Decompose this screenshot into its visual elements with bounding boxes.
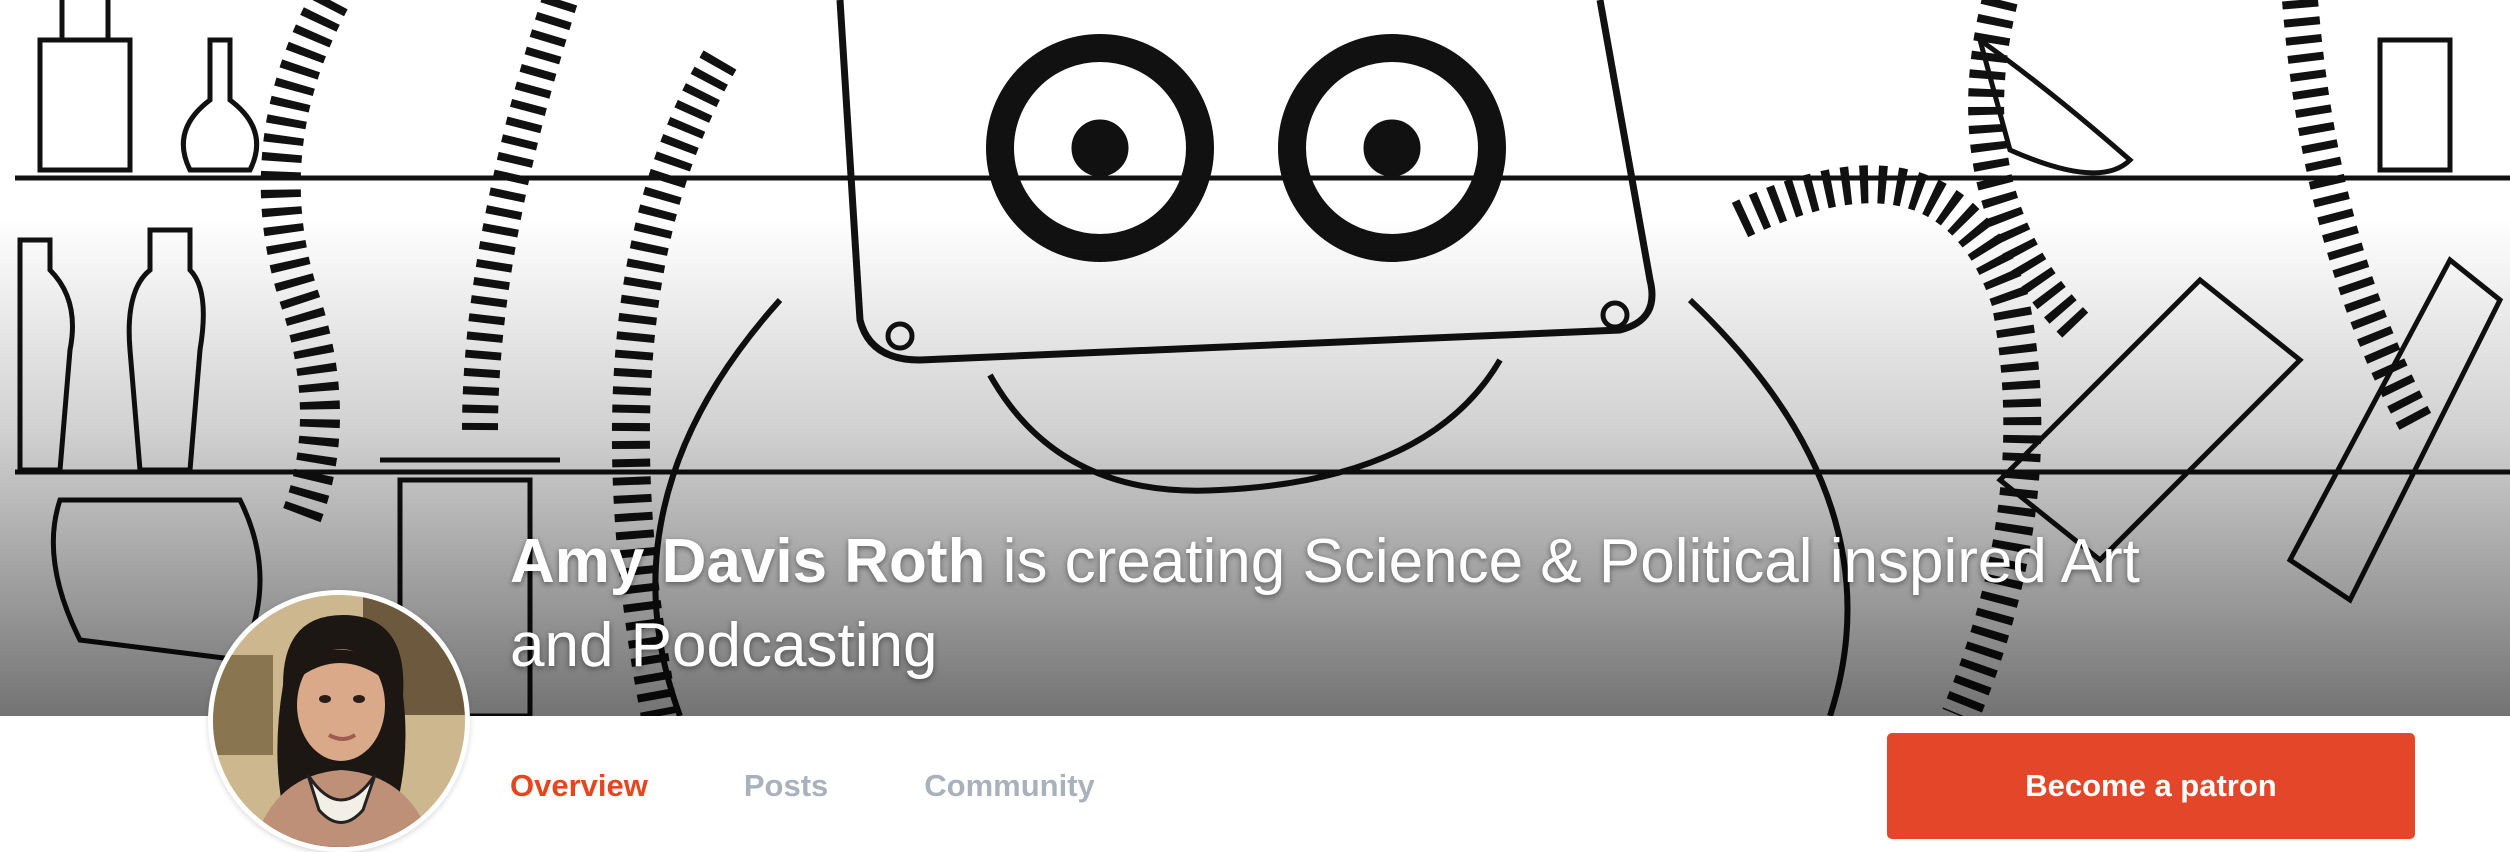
page-headline: Amy Davis Roth is creating Science & Pol…	[510, 520, 2270, 688]
creator-tagline: is creating Science & Political inspired…	[985, 527, 2140, 596]
creator-tagline-cont: and Podcasting	[510, 611, 938, 680]
avatar	[208, 590, 470, 852]
tab-posts[interactable]: Posts	[744, 764, 828, 814]
tab-community[interactable]: Community	[924, 764, 1095, 814]
avatar-photo	[213, 595, 465, 847]
creator-name: Amy Davis Roth	[510, 527, 986, 596]
profile-tabs: Overview Posts Community	[510, 764, 1191, 814]
tab-overview[interactable]: Overview	[510, 764, 648, 814]
become-patron-button[interactable]: Become a patron	[1887, 733, 2415, 839]
